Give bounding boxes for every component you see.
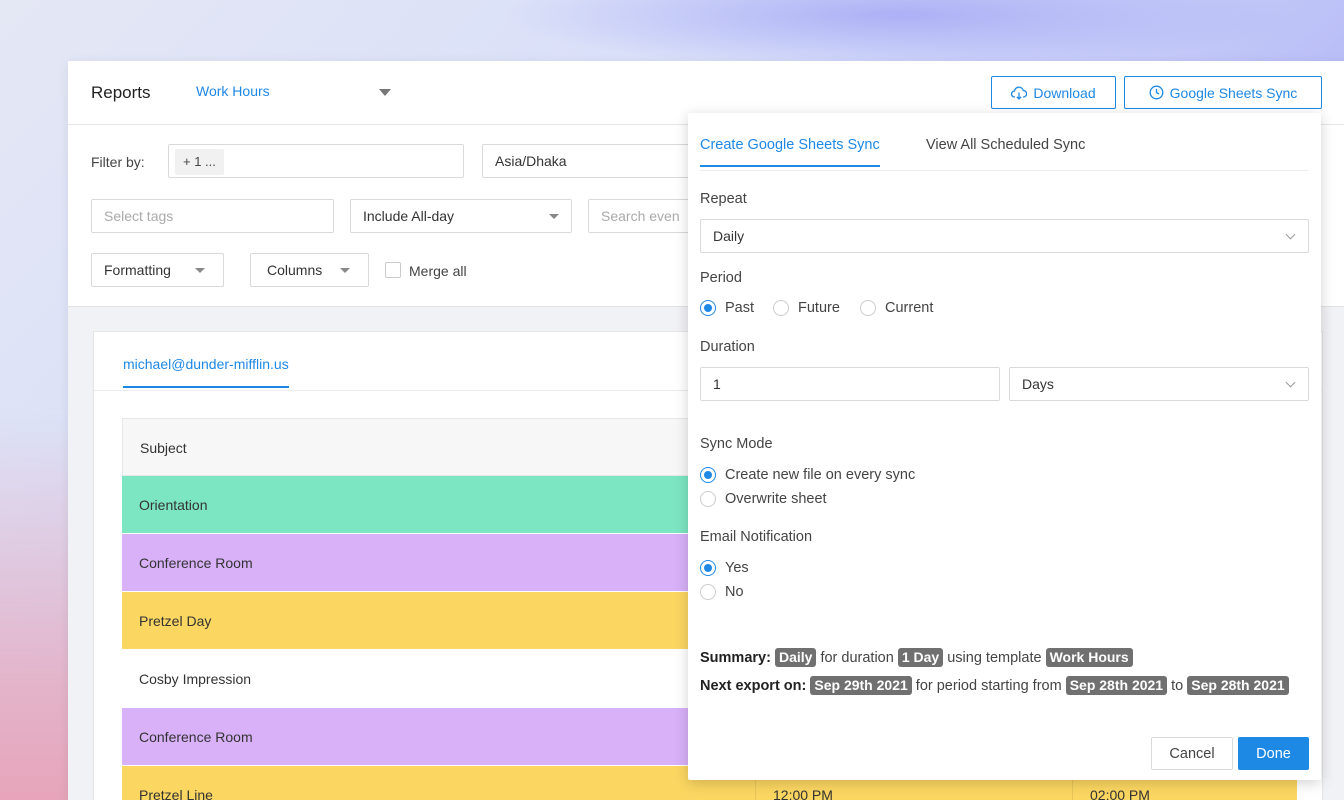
caret-down-icon: [549, 214, 559, 219]
sync-mode-new-file-label: Create new file on every sync: [725, 467, 916, 483]
tab-create-sync[interactable]: Create Google Sheets Sync: [700, 137, 880, 167]
sync-mode-overwrite-label: Overwrite sheet: [725, 491, 827, 507]
cancel-button[interactable]: Cancel: [1151, 737, 1233, 770]
all-day-select[interactable]: Include All-day: [350, 199, 572, 233]
download-label: Download: [1033, 84, 1096, 101]
cell-subject: Pretzel Day: [139, 613, 212, 629]
merge-all-label: Merge all: [409, 263, 467, 279]
email-no-label: No: [725, 584, 744, 600]
caret-down-icon: [340, 268, 350, 273]
duration-unit-select[interactable]: Days: [1009, 367, 1309, 401]
duration-value: 1: [713, 376, 721, 392]
radio-unselected[interactable]: [773, 300, 789, 316]
divider: [700, 170, 1308, 171]
period-current-label: Current: [885, 300, 934, 316]
done-button[interactable]: Done: [1238, 737, 1309, 770]
period-start-tag: Sep 28th 2021: [1065, 676, 1168, 695]
duration-unit-value: Days: [1022, 376, 1054, 392]
header-subject: Subject: [140, 440, 187, 456]
background-glow-top: [500, 0, 1300, 70]
radio-unselected[interactable]: [700, 584, 716, 600]
radio-unselected[interactable]: [700, 491, 716, 507]
email-notification-label: Email Notification: [700, 529, 813, 545]
timezone-field[interactable]: Asia/Dhaka: [482, 144, 702, 178]
radio-selected[interactable]: [700, 467, 716, 483]
formatting-dropdown[interactable]: Formatting: [91, 253, 224, 287]
next-export-label: Next export on:: [700, 678, 807, 694]
sync-mode-new-file-option[interactable]: Create new file on every sync: [700, 467, 915, 483]
tab-view-scheduled[interactable]: View All Scheduled Sync: [926, 137, 1085, 153]
cell-subject: Conference Room: [139, 729, 253, 745]
sync-mode-label: Sync Mode: [700, 436, 773, 452]
email-yes-option[interactable]: Yes: [700, 560, 749, 576]
email-no-option[interactable]: No: [700, 584, 744, 600]
summary-duration-tag: 1 Day: [897, 648, 944, 667]
period-starting-text: for period starting from: [915, 678, 1062, 694]
period-past-label: Past: [725, 300, 755, 316]
page-title: Reports: [91, 83, 151, 102]
tab-user[interactable]: michael@dunder-mifflin.us: [123, 356, 289, 388]
summary-line: Summary: Daily for duration 1 Day using …: [700, 647, 1133, 669]
caret-down-icon: [195, 268, 205, 273]
all-day-value: Include All-day: [363, 208, 455, 224]
cloud-download-icon: [1011, 86, 1028, 100]
summary-template-tag: Work Hours: [1045, 648, 1133, 667]
summary-using-template: using template: [947, 650, 1042, 666]
filter-by-label: Filter by:: [91, 154, 145, 170]
cell-subject: Pretzel Line: [139, 787, 213, 800]
columns-dropdown[interactable]: Columns: [250, 253, 369, 287]
repeat-label: Repeat: [700, 191, 747, 207]
clock-icon: [1149, 85, 1164, 100]
google-sheets-sync-button[interactable]: Google Sheets Sync: [1124, 76, 1322, 109]
period-future-label: Future: [798, 300, 840, 316]
download-button[interactable]: Download: [991, 76, 1116, 109]
report-type-select[interactable]: Work Hours: [196, 83, 391, 105]
cell-subject: Orientation: [139, 497, 208, 513]
radio-selected[interactable]: [700, 560, 716, 576]
next-export-line: Next export on: Sep 29th 2021 for period…: [700, 675, 1300, 697]
chevron-down-icon: [1285, 377, 1296, 388]
summary-repeat-tag: Daily: [774, 648, 817, 667]
next-export-tag: Sep 29th 2021: [810, 676, 912, 695]
sync-mode-overwrite-option[interactable]: Overwrite sheet: [700, 491, 827, 507]
tags-input[interactable]: Select tags: [91, 199, 334, 233]
summary-label: Summary:: [700, 650, 771, 666]
period-end-tag: Sep 28th 2021: [1187, 676, 1289, 695]
summary-for-duration: for duration: [820, 650, 894, 666]
merge-all-checkbox[interactable]: [385, 262, 401, 278]
calendar-filter-field[interactable]: + 1 ...: [168, 144, 464, 178]
to-text: to: [1171, 678, 1184, 694]
report-type-value: Work Hours: [196, 83, 270, 99]
email-yes-label: Yes: [725, 560, 749, 576]
calendar-chip[interactable]: + 1 ...: [175, 149, 224, 175]
tags-placeholder: Select tags: [104, 208, 174, 224]
caret-down-icon: [379, 89, 391, 96]
period-current-option[interactable]: Current: [860, 300, 933, 316]
timezone-value: Asia/Dhaka: [495, 153, 567, 169]
period-past-option[interactable]: Past: [700, 300, 754, 316]
radio-unselected[interactable]: [860, 300, 876, 316]
google-sheets-sync-panel: Create Google Sheets Sync View All Sched…: [688, 113, 1321, 780]
google-sheets-sync-label: Google Sheets Sync: [1169, 84, 1298, 101]
period-future-option[interactable]: Future: [773, 300, 840, 316]
period-label: Period: [700, 270, 742, 286]
chevron-down-icon: [1285, 229, 1296, 240]
repeat-value: Daily: [713, 228, 745, 244]
search-placeholder: Search even: [601, 208, 680, 224]
radio-selected[interactable]: [700, 300, 716, 316]
duration-input[interactable]: 1: [700, 367, 1000, 401]
duration-label: Duration: [700, 339, 755, 355]
formatting-label: Formatting: [104, 262, 171, 278]
columns-label: Columns: [267, 262, 323, 278]
cell-subject: Conference Room: [139, 555, 253, 571]
cell-subject: Cosby Impression: [139, 671, 252, 687]
repeat-select[interactable]: Daily: [700, 219, 1309, 253]
